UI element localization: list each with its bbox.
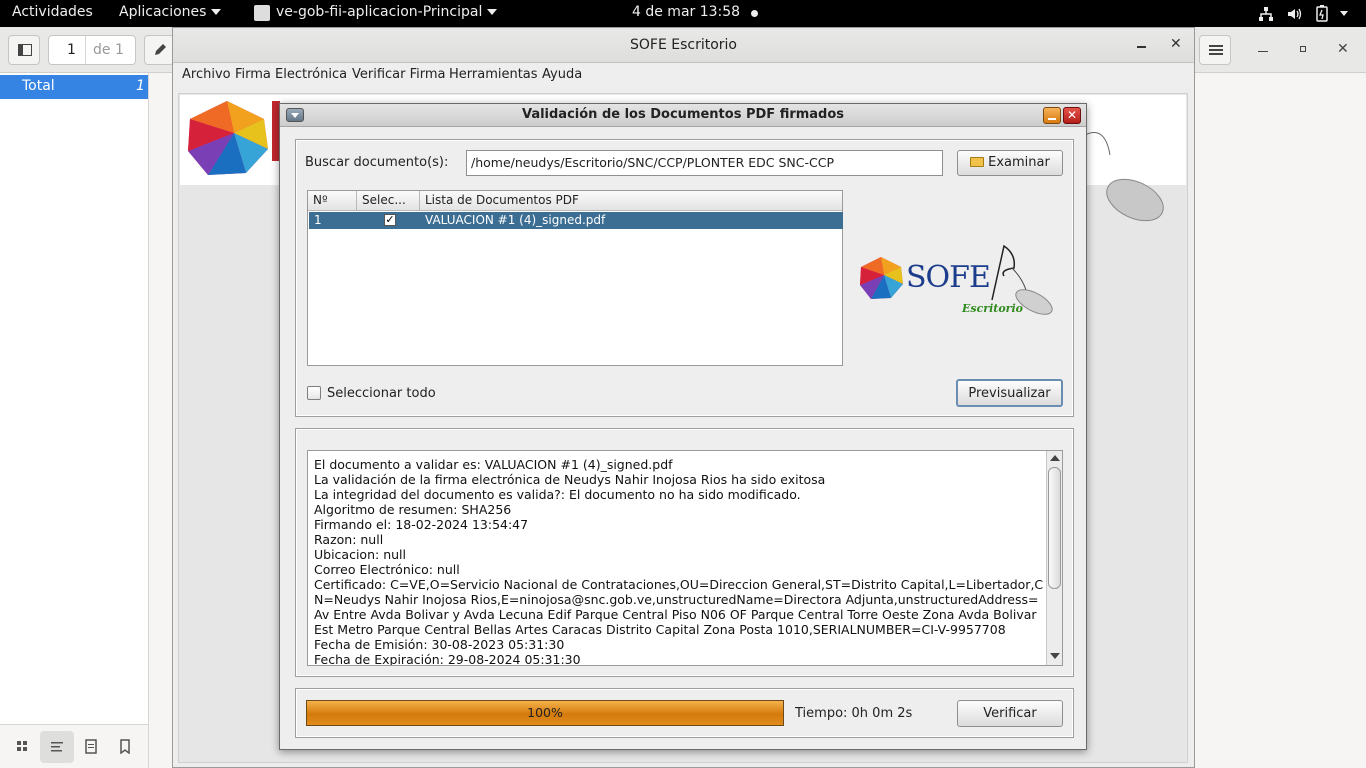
- column-header-number[interactable]: Nº: [308, 191, 357, 211]
- row-select-checkbox[interactable]: ✓: [384, 214, 396, 226]
- sidebar-toggle-button[interactable]: [8, 35, 40, 65]
- chevron-down-icon: [211, 9, 222, 15]
- system-menu-chevron-icon[interactable]: [1340, 11, 1348, 16]
- log-line: Fecha de Emisión: 30-08-2023 05:31:30: [314, 637, 565, 652]
- chevron-down-icon: [487, 9, 498, 15]
- preview-button[interactable]: Previsualizar: [956, 379, 1063, 407]
- vertical-scrollbar[interactable]: [1046, 451, 1062, 665]
- applications-menu[interactable]: Aplicaciones: [119, 4, 222, 20]
- volume-icon[interactable]: [1286, 6, 1302, 26]
- select-all-checkbox[interactable]: [307, 386, 321, 400]
- page-number-field[interactable]: 1 de 1: [48, 35, 136, 65]
- browse-button-label: Examinar: [988, 155, 1050, 170]
- progress-bar: 100%: [306, 700, 784, 726]
- menu-herramientas[interactable]: Herramientas: [449, 67, 538, 82]
- dialog-minimize-button[interactable]: [1043, 107, 1061, 124]
- folder-icon: [970, 157, 985, 167]
- close-icon: ✕: [1066, 108, 1078, 122]
- menu-firma-electronica[interactable]: Firma Electrónica: [235, 67, 347, 82]
- validation-log-textarea[interactable]: El documento a validar es: VALUACION #1 …: [307, 450, 1063, 666]
- hamburger-icon: [1209, 45, 1223, 55]
- log-line: El documento a validar es: VALUACION #1 …: [314, 457, 673, 472]
- menu-ayuda[interactable]: Ayuda: [542, 67, 582, 82]
- mouse-icon: [1085, 132, 1164, 222]
- clock[interactable]: 4 de mar 13:58: [632, 4, 740, 20]
- page-of-label: de 1: [93, 42, 124, 58]
- minimize-icon[interactable]: [1137, 46, 1146, 48]
- row-document-name: VALUACION #1 (4)_signed.pdf: [425, 213, 606, 227]
- column-header-documents[interactable]: Lista de Documentos PDF: [420, 191, 842, 211]
- page-number: 1: [67, 42, 76, 58]
- minimize-icon: [1048, 118, 1056, 120]
- column-header-select[interactable]: Selec...: [357, 191, 420, 211]
- progress-text: 100%: [527, 705, 563, 720]
- outline-tab[interactable]: [40, 731, 74, 763]
- sidebar-item-label: Total: [22, 78, 55, 94]
- app-menu-label: ve-gob-fii-aplicacion-Principal: [276, 4, 483, 20]
- log-line: Correo Electrónico: null: [314, 562, 460, 577]
- dialog-title: Validación de los Documentos PDF firmado…: [521, 107, 845, 122]
- log-line: Algoritmo de resumen: SHA256: [314, 502, 512, 517]
- sofe-logo-text: SOFE: [906, 260, 991, 295]
- log-line: La validación de la firma electrónica de…: [314, 472, 826, 487]
- annotations-icon[interactable]: [83, 738, 99, 758]
- sofe-logo-image: [860, 257, 903, 299]
- window-title: SOFE Escritorio: [629, 37, 737, 53]
- row-number: 1: [314, 213, 322, 227]
- elapsed-time: Tiempo: 0h 0m 2s: [795, 706, 913, 721]
- app-icon: [254, 5, 270, 21]
- search-input-value: /home/neudys/Escritorio/SNC/CCP/PLONTER …: [471, 155, 834, 170]
- log-line: Razon: null: [314, 532, 384, 547]
- bookmarks-icon[interactable]: [117, 738, 133, 758]
- dialog-close-button[interactable]: ✕: [1063, 107, 1081, 124]
- scrollbar-thumb[interactable]: [1048, 467, 1061, 589]
- log-line: Ubicacion: null: [314, 547, 406, 562]
- log-line: Firmando el: 18-02-2024 13:54:47: [314, 517, 529, 532]
- close-icon[interactable]: ✕: [1337, 41, 1349, 57]
- maximize-icon[interactable]: [1300, 46, 1306, 52]
- scroll-up-icon[interactable]: [1050, 455, 1060, 461]
- thumbnails-icon[interactable]: [14, 738, 30, 758]
- validation-log: El documento a validar es: VALUACION #1 …: [314, 457, 1044, 666]
- network-icon[interactable]: [1258, 6, 1274, 26]
- log-line: Certificado: C=VE,O=Servicio Nacional de…: [314, 577, 1044, 637]
- scroll-down-icon[interactable]: [1050, 653, 1060, 659]
- main-menu-button[interactable]: [1199, 35, 1231, 65]
- select-all-label: Seleccionar todo: [327, 386, 436, 401]
- sidebar-item-total[interactable]: Total 1: [0, 75, 148, 99]
- pencil-icon: [155, 44, 166, 55]
- close-icon[interactable]: ✕: [1170, 36, 1182, 52]
- menu-verificar-firma[interactable]: Verificar Firma: [352, 67, 446, 82]
- search-label: Buscar documento(s):: [305, 155, 449, 170]
- top-bar: Actividades Aplicaciones ve-gob-fii-apli…: [0, 0, 1366, 27]
- menu-archivo[interactable]: Archivo: [182, 67, 231, 82]
- sidebar-icon: [18, 44, 32, 56]
- activities-button[interactable]: Actividades: [12, 4, 93, 20]
- search-input[interactable]: /home/neudys/Escritorio/SNC/CCP/PLONTER …: [466, 150, 943, 176]
- battery-icon[interactable]: [1316, 5, 1328, 26]
- minimize-icon[interactable]: [1258, 51, 1268, 52]
- sofe-menu-bar: Archivo Firma Electrónica Verificar Firm…: [173, 64, 1194, 86]
- sofe-logo-image: [188, 101, 268, 175]
- app-menu[interactable]: ve-gob-fii-aplicacion-Principal: [276, 4, 498, 20]
- outline-icon: [51, 742, 63, 752]
- dialog-title-bar: Validación de los Documentos PDF firmado…: [280, 104, 1086, 127]
- sofe-dialog-logo: SOFE Escritorio: [856, 238, 1058, 322]
- log-line: La integridad del documento es valida?: …: [314, 487, 801, 502]
- table-row[interactable]: 1 ✓ VALUACION #1 (4)_signed.pdf: [309, 212, 843, 229]
- verify-button[interactable]: Verificar: [957, 700, 1063, 727]
- notification-dot-icon: [751, 10, 758, 17]
- pen-and-mouse-icon: [991, 244, 1053, 315]
- applications-label: Aplicaciones: [119, 4, 207, 20]
- sofe-title-bar: SOFE Escritorio ✕: [173, 28, 1194, 63]
- annotate-button[interactable]: [144, 35, 174, 65]
- documents-table[interactable]: Nº Selec... Lista de Documentos PDF 1 ✓ …: [307, 190, 843, 366]
- log-line: Fecha de Expiración: 29-08-2024 05:31:30: [314, 652, 581, 666]
- sidebar-item-count: 1: [136, 78, 145, 94]
- viewer-sidebar: [0, 73, 149, 768]
- sidebar-view-switcher: [0, 724, 148, 768]
- divider: [85, 36, 86, 64]
- browse-button[interactable]: Examinar: [957, 150, 1063, 176]
